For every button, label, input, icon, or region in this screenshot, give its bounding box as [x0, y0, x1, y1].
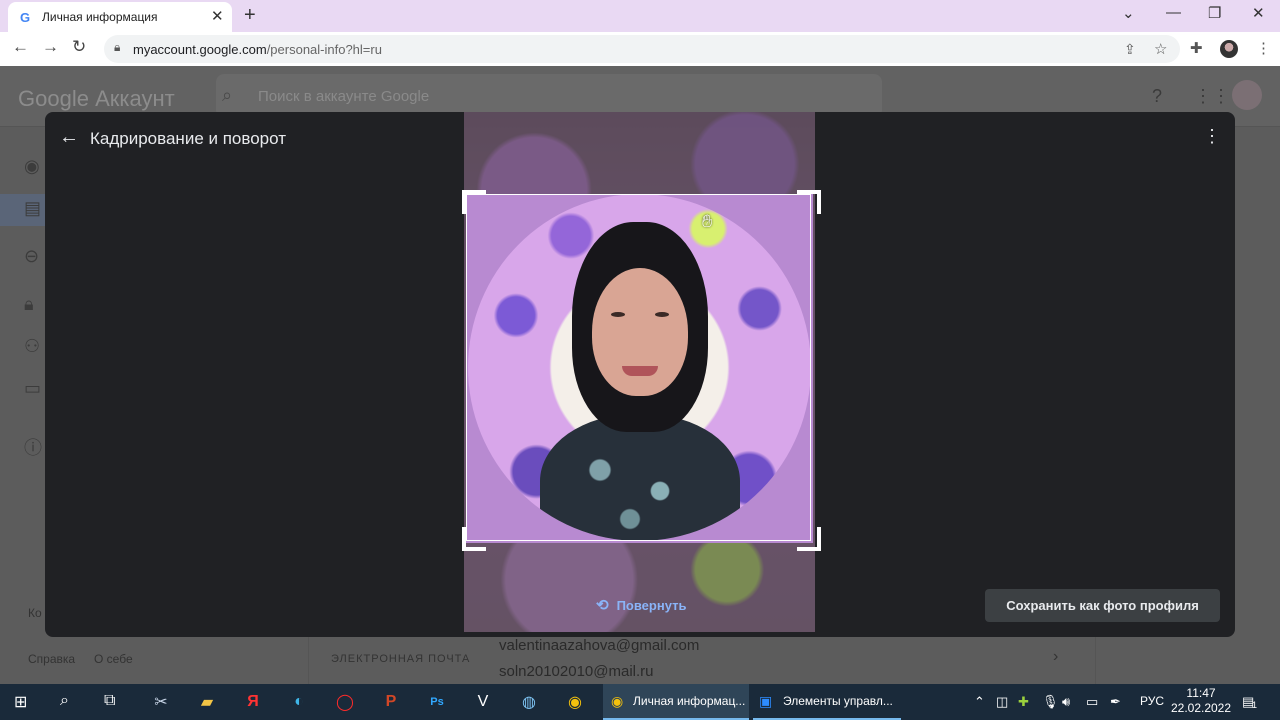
app-v-icon[interactable]: V — [468, 688, 498, 716]
profile-avatar[interactable] — [1220, 40, 1238, 58]
crop-handle-top-left[interactable] — [462, 190, 486, 214]
email-primary: valentinaazahova@gmail.com — [499, 637, 700, 654]
language-indicator[interactable]: РУС — [1140, 694, 1164, 708]
tray-green-icon[interactable]: ✚ — [1018, 694, 1029, 710]
windows-taskbar: ⊞ ⌕ ⧉ ✂ ▰ Я ◐ ◯ P Ps V ◍ ◉ ◉ Личная инфо… — [0, 684, 1280, 720]
chrome-task-icon: ◉ — [611, 693, 624, 709]
search-placeholder: Поиск в аккаунте Google — [258, 88, 430, 105]
app-screenshot-icon[interactable]: ✂ — [146, 688, 176, 716]
lock-icon: 🔒︎ — [114, 40, 121, 54]
crop-rotate-dialog: ← Кадрирование и поворот ⋮ ✋︎ ⟲ Повернут… — [45, 112, 1235, 637]
account-avatar[interactable] — [1232, 80, 1262, 110]
network-icon[interactable]: ▭ — [1086, 694, 1098, 710]
tray-app-icon[interactable]: ◫ — [996, 694, 1008, 710]
share-icon[interactable]: ⇪ — [1124, 41, 1136, 58]
crop-handle-bottom-right[interactable] — [797, 527, 821, 551]
chrome-icon[interactable]: ◉ — [560, 688, 590, 716]
drag-hand-icon: ✋︎ — [702, 211, 713, 231]
opera-icon[interactable]: ◯ — [330, 688, 360, 716]
clock-date: 22.02.2022 — [1170, 701, 1232, 715]
chevron-right-icon: › — [1053, 648, 1059, 665]
second-task-label: Элементы управл... — [783, 694, 893, 708]
active-task-label: Личная информац... — [633, 694, 746, 708]
clock-time: 11:47 — [1186, 686, 1216, 700]
windows-start-icon[interactable]: ⊞ — [14, 692, 27, 712]
help-icon[interactable]: ? — [1152, 86, 1162, 107]
volume-icon[interactable]: 🔊︎ — [1062, 694, 1070, 710]
crop-frame — [466, 194, 811, 541]
dialog-title: Кадрирование и поворот — [90, 129, 286, 148]
search-icon: ⌕ — [222, 85, 233, 105]
pen-icon[interactable]: ✒ — [1110, 694, 1121, 710]
personal-info-icon[interactable]: ▤ — [24, 198, 41, 219]
about-info-icon[interactable]: ⓘ — [24, 434, 42, 460]
edge-icon[interactable]: ◐ — [284, 688, 314, 716]
help-link[interactable]: Справка — [28, 652, 75, 666]
crop-handle-bottom-left[interactable] — [462, 527, 486, 551]
notification-count: 1 — [1252, 700, 1258, 710]
restore-icon[interactable]: ❐ — [1208, 4, 1221, 22]
tab-search-chevron-icon[interactable]: ⌄ — [1122, 4, 1135, 22]
forward-nav-icon[interactable]: → — [42, 37, 59, 57]
tab-title: Личная информация — [42, 10, 158, 24]
browser-tab-strip: G Личная информация ✕ + ⌄ — ❐ ✕ — [0, 0, 1280, 32]
network-globe-icon[interactable]: ◍ — [514, 688, 544, 716]
url-path: /personal-info?hl=ru — [266, 42, 382, 57]
rotate-button[interactable]: ⟲ Повернуть — [588, 590, 694, 620]
microphone-icon[interactable]: 🎙︎ — [1042, 694, 1059, 710]
tray-overflow-icon[interactable]: ⌃ — [974, 694, 985, 710]
data-toggle-icon[interactable]: ⊖ — [24, 246, 39, 267]
url-host: myaccount.google.com — [133, 42, 267, 57]
photoshop-icon[interactable]: Ps — [422, 688, 452, 716]
clock[interactable]: 11:47 22.02.2022 — [1170, 686, 1232, 716]
browser-toolbar: ← → ↻ 🔒︎ myaccount.google.com/personal-i… — [0, 32, 1280, 66]
rotate-icon: ⟲ — [596, 597, 609, 614]
bookmark-star-icon[interactable]: ☆ — [1154, 40, 1167, 58]
email-secondary: soln20102010@mail.ru — [499, 663, 654, 680]
about-link[interactable]: О себе — [94, 652, 133, 666]
people-icon[interactable]: ⚇ — [24, 336, 40, 357]
close-window-icon[interactable]: ✕ — [1252, 4, 1265, 22]
yandex-browser-icon[interactable]: Я — [238, 688, 268, 716]
taskbar-zoom-task[interactable]: ▣ Элементы управл... — [753, 684, 901, 720]
browser-tab[interactable]: G Личная информация ✕ — [8, 2, 232, 32]
google-account-logo: Google Аккаунт — [18, 86, 175, 112]
back-nav-icon[interactable]: ← — [12, 37, 29, 57]
new-tab-icon[interactable]: + — [244, 4, 256, 27]
url-text: myaccount.google.com/personal-info?hl=ru — [133, 42, 382, 57]
task-view-icon[interactable]: ⧉ — [104, 692, 115, 710]
taskbar-search-icon[interactable]: ⌕ — [60, 692, 69, 710]
footer-partial-text: Ко — [28, 606, 42, 620]
rotate-label: Повернуть — [616, 597, 687, 613]
logo-account: Аккаунт — [95, 86, 175, 111]
home-person-icon[interactable]: ◉ — [24, 156, 40, 177]
arrow-left-icon[interactable]: ← — [59, 126, 79, 149]
security-lock-icon[interactable]: 🔒︎ — [24, 294, 34, 315]
apps-grid-icon[interactable]: ⋮⋮ — [1194, 86, 1230, 107]
chrome-menu-icon[interactable]: ⋮ — [1256, 39, 1271, 57]
minimize-icon[interactable]: — — [1166, 4, 1181, 21]
file-explorer-icon[interactable]: ▰ — [192, 688, 222, 716]
google-favicon-icon: G — [20, 10, 31, 25]
save-profile-photo-button[interactable]: Сохранить как фото профиля — [985, 589, 1220, 622]
extensions-puzzle-icon[interactable]: ✚ — [1190, 39, 1203, 57]
zoom-task-icon: ▣ — [759, 693, 773, 709]
close-tab-icon[interactable]: ✕ — [211, 7, 224, 25]
crop-handle-top-right[interactable] — [797, 190, 821, 214]
payments-card-icon[interactable]: ▭ — [24, 378, 41, 399]
more-vert-icon[interactable]: ⋮ — [1203, 126, 1221, 147]
email-label: ЭЛЕКТРОННАЯ ПОЧТА — [331, 653, 471, 665]
logo-google: Google — [18, 86, 89, 111]
address-bar[interactable]: 🔒︎ myaccount.google.com/personal-info?hl… — [104, 35, 1180, 63]
reload-icon[interactable]: ↻ — [72, 37, 86, 57]
taskbar-active-chrome[interactable]: ◉ Личная информац... — [603, 684, 749, 720]
powerpoint-icon[interactable]: P — [376, 688, 406, 716]
